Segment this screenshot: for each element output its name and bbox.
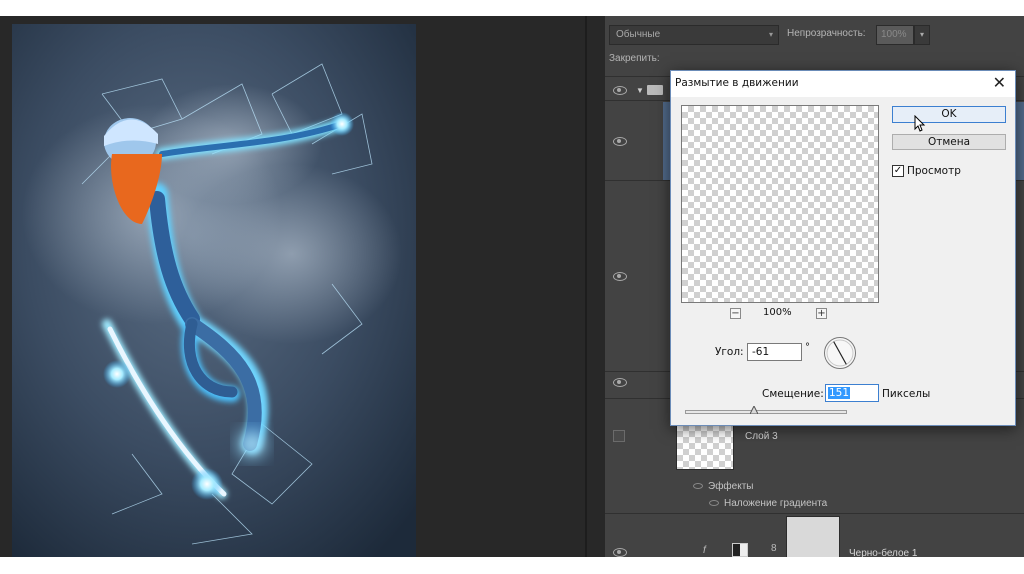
photoshop-window: Обычные ▾ Непрозрачность: 100% ▾ Закрепи… — [0, 16, 1024, 557]
zoom-in-button[interactable]: + — [816, 308, 827, 319]
opacity-input[interactable]: 100% — [876, 25, 914, 45]
ok-button[interactable]: OK — [892, 106, 1006, 123]
close-icon[interactable]: ✕ — [993, 74, 1006, 92]
offset-value-selected: 151 — [828, 387, 851, 399]
angle-label: Угол: — [715, 346, 744, 358]
gradient-overlay-label[interactable]: Наложение градиента — [724, 498, 827, 509]
offset-input[interactable]: 151 — [825, 384, 879, 402]
zoom-level: 100% — [763, 307, 792, 318]
gradient-overlay-eye-icon[interactable] — [709, 500, 719, 506]
visibility-eye-icon[interactable] — [613, 378, 627, 387]
mouse-cursor-icon — [914, 115, 926, 132]
chain-link-icon[interactable]: 8 — [771, 543, 777, 554]
offset-label: Смещение: — [762, 388, 824, 400]
layer-name-black-white[interactable]: Черно-белое 1 — [849, 548, 917, 557]
cancel-button[interactable]: Отмена — [892, 134, 1006, 150]
artwork-illustration — [12, 24, 416, 557]
zoom-out-button[interactable]: − — [730, 308, 741, 319]
chevron-down-icon: ▾ — [768, 30, 773, 39]
visibility-eye-icon[interactable] — [613, 86, 627, 95]
degree-symbol: ° — [805, 342, 810, 353]
separator — [605, 513, 1024, 514]
group-expand-arrow-icon[interactable]: ▼ — [636, 86, 644, 95]
opacity-dropdown-button[interactable]: ▾ — [914, 25, 930, 45]
folder-icon — [647, 85, 663, 95]
offset-slider-track[interactable] — [685, 410, 847, 414]
checkmark-icon: ✓ — [893, 165, 903, 176]
opacity-label: Непрозрачность: — [787, 28, 866, 39]
dialog-titlebar[interactable]: Размытие в движении ✕ — [671, 71, 1015, 97]
blur-preview[interactable] — [681, 105, 879, 303]
fx-icon: f — [703, 545, 706, 556]
dialog-title: Размытие в движении — [675, 77, 799, 89]
effects-eye-icon[interactable] — [693, 483, 703, 489]
visibility-eye-icon[interactable] — [613, 272, 627, 281]
adjustment-layer-icon — [732, 543, 748, 557]
offset-unit-label: Пикселы — [882, 388, 931, 400]
offset-slider-thumb[interactable] — [750, 406, 758, 414]
effects-label[interactable]: Эффекты — [708, 481, 753, 492]
visibility-toggle-off[interactable] — [613, 430, 625, 442]
panel-divider — [585, 16, 587, 557]
angle-dial[interactable] — [823, 336, 857, 370]
angle-input[interactable]: -61 — [747, 343, 802, 361]
artwork-image-skateboarder[interactable] — [12, 24, 416, 557]
document-canvas-area[interactable] — [0, 16, 600, 557]
visibility-eye-icon[interactable] — [613, 137, 627, 146]
preview-checkbox[interactable]: ✓ — [892, 165, 904, 177]
lock-label: Закрепить: — [609, 53, 660, 64]
blend-mode-select[interactable]: Обычные ▾ — [609, 25, 779, 45]
motion-blur-dialog: Размытие в движении ✕ − 100% + OK Отмена… — [670, 70, 1016, 426]
layer-mask-thumbnail[interactable] — [786, 516, 840, 557]
blend-mode-value: Обычные — [616, 29, 661, 40]
layer-name-sloi-3[interactable]: Слой 3 — [745, 431, 778, 442]
visibility-eye-icon[interactable] — [613, 548, 627, 557]
preview-label[interactable]: Просмотр — [907, 165, 961, 177]
